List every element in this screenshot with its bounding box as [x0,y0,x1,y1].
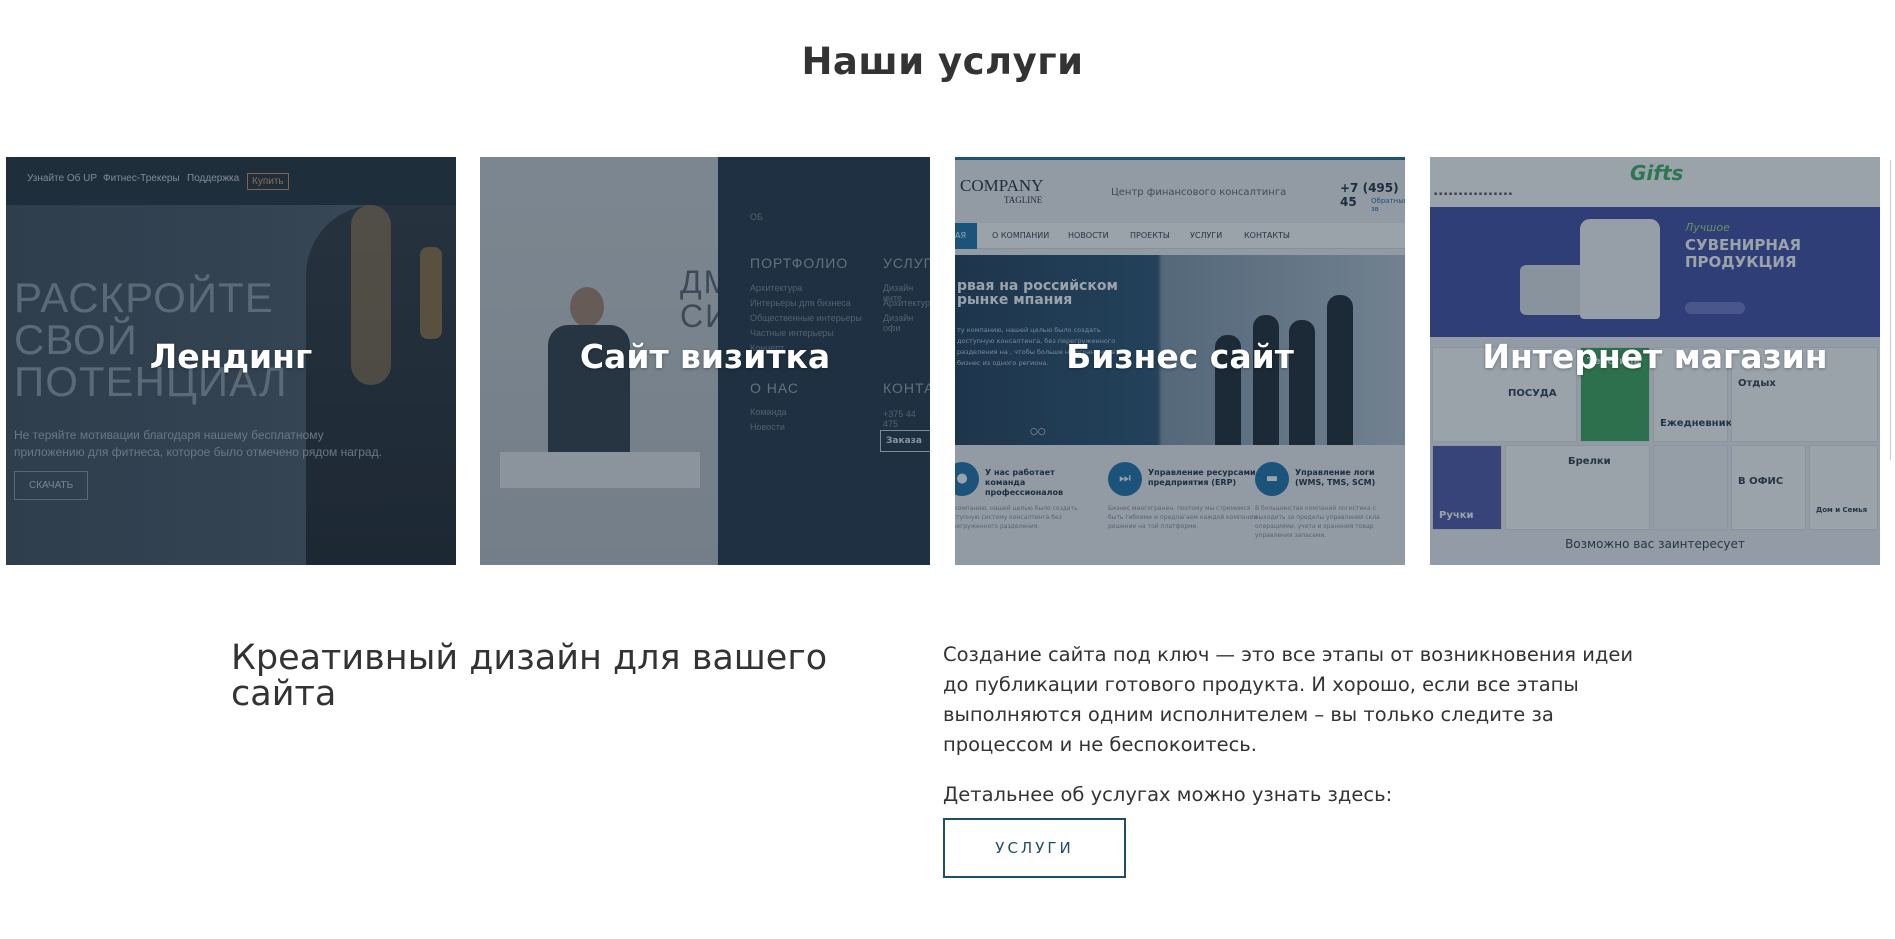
service-card-eshop[interactable]: Gifts ▪ ▪ ▪ ▪ ▪ ▪ ▪ ▪ ▪ ▪ ▪ ▪ ▪ ▪ ▪ ▪ Лу… [1430,157,1880,565]
service-card-landing[interactable]: Узнайте Об UP Фитнес-Трекеры Поддержка К… [6,157,456,565]
services-button[interactable]: УСЛУГИ [943,818,1126,878]
card-label: Бизнес сайт [1066,337,1294,376]
services-description: Создание сайта под ключ — это все этапы … [943,643,1634,756]
service-card-business-site[interactable]: COMPANY TAGLINE Центр финансового консал… [955,157,1405,565]
details-text: Детальнее об услугах можно узнать здесь: [943,783,1393,806]
page-edge-divider [1890,160,1891,460]
section-title: Наши услуги [801,40,1084,83]
card-label: Сайт визитка [579,337,831,376]
card-label: Интернет магазин [1482,337,1828,376]
service-card-business-card[interactable]: ДМ СИ ОБ ПОРТФОЛИО Архитектура Интерьеры… [480,157,930,565]
creative-design-heading: Креативный дизайн для вашего сайта [231,638,828,714]
card-label: Лендинг [149,337,313,376]
